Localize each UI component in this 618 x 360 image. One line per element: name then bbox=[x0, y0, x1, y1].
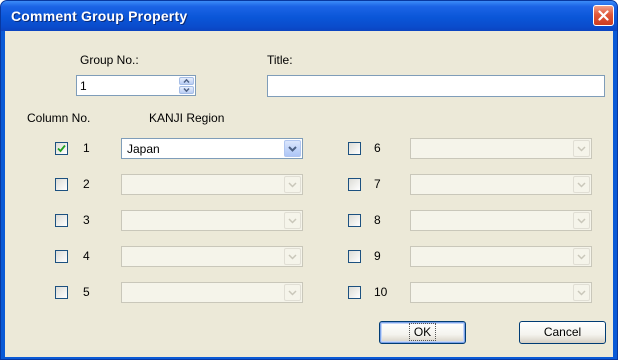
chevron-down-icon bbox=[577, 217, 586, 224]
column-checkbox[interactable] bbox=[55, 178, 68, 191]
column-number: 8 bbox=[374, 213, 381, 227]
chevron-down-icon bbox=[577, 181, 586, 188]
chevron-down-icon bbox=[288, 181, 297, 188]
group-no-value[interactable]: 1 bbox=[80, 79, 87, 93]
title-bar[interactable]: Comment Group Property bbox=[1, 1, 617, 31]
column-checkbox[interactable] bbox=[55, 250, 68, 263]
group-no-spinner[interactable]: 1 bbox=[76, 75, 196, 96]
chevron-down-icon bbox=[577, 289, 586, 296]
column-checkbox[interactable] bbox=[348, 178, 361, 191]
column-checkbox[interactable] bbox=[348, 142, 361, 155]
column-checkbox[interactable] bbox=[55, 286, 68, 299]
column-checkbox[interactable] bbox=[348, 250, 361, 263]
column-number: 5 bbox=[83, 285, 90, 299]
column-number: 1 bbox=[83, 141, 90, 155]
column-no-header: Column No. bbox=[27, 111, 91, 125]
spin-up-icon bbox=[183, 78, 190, 84]
kanji-region-select[interactable] bbox=[121, 282, 303, 303]
column-number: 7 bbox=[374, 177, 381, 191]
dialog-title: Comment Group Property bbox=[11, 8, 188, 24]
column-checkbox[interactable] bbox=[55, 142, 68, 155]
column-number: 3 bbox=[83, 213, 90, 227]
column-number: 10 bbox=[374, 285, 388, 299]
dropdown-button[interactable] bbox=[284, 140, 301, 157]
chevron-down-icon bbox=[288, 289, 297, 296]
close-button[interactable] bbox=[593, 5, 614, 26]
column-number: 4 bbox=[83, 249, 90, 263]
spin-up-button[interactable] bbox=[179, 77, 194, 85]
ok-button-label: OK bbox=[408, 323, 437, 341]
dropdown-button[interactable] bbox=[284, 284, 301, 301]
spin-down-icon bbox=[183, 87, 190, 93]
chevron-down-icon bbox=[577, 253, 586, 260]
kanji-region-header: KANJI Region bbox=[149, 111, 225, 125]
column-checkbox[interactable] bbox=[348, 214, 361, 227]
chevron-down-icon bbox=[288, 145, 297, 152]
ok-button[interactable]: OK bbox=[379, 321, 466, 344]
chevron-down-icon bbox=[577, 145, 586, 152]
kanji-region-select[interactable] bbox=[410, 210, 592, 231]
dropdown-button[interactable] bbox=[573, 212, 590, 229]
kanji-region-select[interactable] bbox=[121, 210, 303, 231]
kanji-region-select[interactable] bbox=[410, 282, 592, 303]
kanji-region-select[interactable] bbox=[121, 174, 303, 195]
kanji-region-select[interactable] bbox=[410, 246, 592, 267]
spin-down-button[interactable] bbox=[179, 86, 194, 94]
dropdown-button[interactable] bbox=[573, 284, 590, 301]
kanji-region-select[interactable] bbox=[410, 174, 592, 195]
spinner-buttons bbox=[179, 77, 194, 94]
close-icon bbox=[598, 10, 609, 21]
dropdown-button[interactable] bbox=[284, 248, 301, 265]
column-number: 2 bbox=[83, 177, 90, 191]
title-input[interactable] bbox=[267, 75, 605, 97]
title-label: Title: bbox=[267, 53, 293, 67]
kanji-region-select[interactable]: Japan bbox=[121, 138, 303, 159]
dropdown-button[interactable] bbox=[573, 248, 590, 265]
dropdown-button[interactable] bbox=[573, 176, 590, 193]
cancel-button-label: Cancel bbox=[543, 325, 582, 339]
comment-group-property-dialog: Comment Group Property Group No.: 1 Titl… bbox=[0, 0, 618, 360]
cancel-button[interactable]: Cancel bbox=[519, 321, 606, 344]
column-checkbox[interactable] bbox=[55, 214, 68, 227]
kanji-region-value: Japan bbox=[127, 142, 160, 156]
checkmark-icon bbox=[57, 144, 66, 153]
dropdown-button[interactable] bbox=[284, 176, 301, 193]
dropdown-button[interactable] bbox=[573, 140, 590, 157]
chevron-down-icon bbox=[288, 217, 297, 224]
chevron-down-icon bbox=[288, 253, 297, 260]
column-number: 6 bbox=[374, 141, 381, 155]
column-number: 9 bbox=[374, 249, 381, 263]
dialog-body: Group No.: 1 Title: Column No. KANJI Reg… bbox=[5, 31, 613, 357]
kanji-region-select[interactable] bbox=[410, 138, 592, 159]
kanji-region-select[interactable] bbox=[121, 246, 303, 267]
group-no-label: Group No.: bbox=[80, 53, 139, 67]
dropdown-button[interactable] bbox=[284, 212, 301, 229]
column-checkbox[interactable] bbox=[348, 286, 361, 299]
